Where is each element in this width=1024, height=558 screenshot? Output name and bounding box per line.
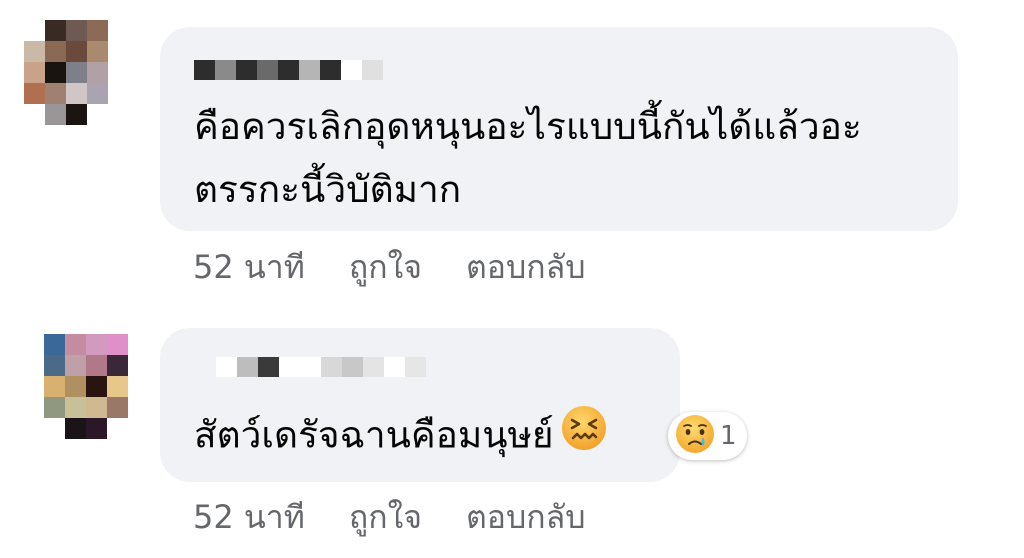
avatar-pixel (87, 41, 108, 62)
reaction-count: 1 (720, 421, 737, 451)
name-pixel (194, 60, 215, 80)
name-pixel (216, 357, 237, 377)
name-pixel (321, 357, 342, 377)
avatar-pixel (45, 20, 66, 41)
avatar-pixel (24, 20, 45, 41)
comment-timestamp[interactable]: 52 นาที (193, 492, 305, 543)
avatar-pixel (87, 62, 108, 83)
avatar-pixel (24, 62, 45, 83)
name-pixel (279, 357, 300, 377)
reply-button[interactable]: ตอบกลับ (466, 242, 586, 293)
reaction-badge[interactable]: 1 (668, 412, 747, 460)
name-pixel (236, 60, 257, 80)
avatar-pixel (24, 104, 45, 125)
avatar-pixel (44, 397, 65, 418)
avatar-pixel (87, 20, 108, 41)
avatar-pixel (45, 83, 66, 104)
avatar[interactable] (24, 20, 108, 125)
name-pixel (257, 60, 278, 80)
name-pixel (237, 357, 258, 377)
comment-text: สัตว์เดรัจฉานคือมนุษย์ (194, 404, 608, 470)
avatar-pixel (65, 355, 86, 376)
comment-bubble: คือควรเลิกอุดหนุนอะไรแบบนี้กันได้แล้วอะ … (160, 27, 958, 231)
avatar-pixel (66, 83, 87, 104)
avatar-pixel (45, 41, 66, 62)
avatar-pixel (86, 355, 107, 376)
like-button[interactable]: ถูกใจ (349, 492, 422, 543)
avatar-pixel (44, 355, 65, 376)
avatar-pixel (65, 397, 86, 418)
name-pixel (299, 60, 320, 80)
avatar-pixel (66, 20, 87, 41)
name-pixel (341, 60, 362, 80)
avatar-pixel (65, 334, 86, 355)
sad-tear-face-icon (674, 413, 716, 459)
avatar-pixel (87, 83, 108, 104)
name-pixel (405, 357, 426, 377)
avatar-pixel (66, 62, 87, 83)
avatar-pixel (87, 104, 108, 125)
avatar-pixel (44, 334, 65, 355)
avatar-pixel (65, 418, 86, 439)
avatar-pixel (107, 355, 128, 376)
name-pixel (278, 60, 299, 80)
avatar-pixel (45, 104, 66, 125)
comment-timestamp[interactable]: 52 นาที (193, 242, 305, 293)
avatar-pixel (86, 334, 107, 355)
comment-actions: 52 นาที ถูกใจ ตอบกลับ (193, 492, 586, 543)
name-pixel (300, 357, 321, 377)
comment-bubble: สัตว์เดรัจฉานคือมนุษย์ (160, 328, 680, 482)
commenter-name-pixelated[interactable] (194, 60, 383, 80)
avatar-pixel (24, 41, 45, 62)
like-button[interactable]: ถูกใจ (349, 242, 422, 293)
avatar-pixel (86, 376, 107, 397)
avatar-pixel (107, 397, 128, 418)
reply-button[interactable]: ตอบกลับ (466, 492, 586, 543)
avatar-pixel (65, 376, 86, 397)
comment-text-line-1: คือควรเลิกอุดหนุนอะไรแบบนี้กันได้แล้วอะ (194, 105, 862, 148)
comment-actions: 52 นาที ถูกใจ ตอบกลับ (193, 242, 586, 293)
avatar-pixel (44, 418, 65, 439)
avatar[interactable] (44, 334, 128, 439)
avatar-pixel (44, 376, 65, 397)
comment-text-content: สัตว์เดรัจฉานคือมนุษย์ (194, 413, 554, 457)
avatar-pixel (66, 41, 87, 62)
avatar-pixel (66, 104, 87, 125)
comment-text-line-2: ตรรกะนี้วิบัติมาก (194, 168, 462, 211)
avatar-pixel (86, 397, 107, 418)
commenter-name-pixelated[interactable] (216, 357, 426, 377)
name-pixel (258, 357, 279, 377)
confounded-face-icon (560, 404, 608, 470)
name-pixel (342, 357, 363, 377)
avatar-pixel (107, 376, 128, 397)
avatar-pixel (45, 62, 66, 83)
avatar-pixel (24, 83, 45, 104)
avatar-pixel (86, 418, 107, 439)
avatar-pixel (107, 334, 128, 355)
name-pixel (215, 60, 236, 80)
avatar-pixel (107, 418, 128, 439)
name-pixel (363, 357, 384, 377)
name-pixel (320, 60, 341, 80)
name-pixel (384, 357, 405, 377)
name-pixel (362, 60, 383, 80)
